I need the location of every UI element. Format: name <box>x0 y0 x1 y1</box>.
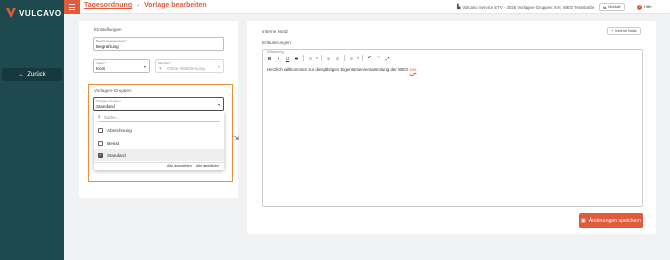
majority-select[interactable]: Mehrheit * Ohne Abstimmung ? <box>155 59 224 73</box>
arrow-left-icon: ← <box>18 71 25 78</box>
text-color-icon[interactable]: A <box>306 54 315 62</box>
chevron-down-icon <box>218 66 220 68</box>
title-field-label: Beschlussgegenstand * <box>96 39 128 43</box>
org-selector[interactable]: ▙ Vulcano Service ETV - 2026 Vorlagen-Gr… <box>457 4 594 10</box>
option-standard[interactable]: ✓ Standard <box>94 149 224 161</box>
sidebar: VULCAVO ← Zurück <box>0 0 64 260</box>
option-label: Standard <box>107 152 126 158</box>
dropdown-search[interactable]: ⌕ Suche... <box>98 113 220 122</box>
fullscreen-icon[interactable]: ⤢ <box>383 54 392 62</box>
cursor-icon: ⇲ <box>234 136 240 142</box>
option-beirat[interactable]: Beirat <box>94 137 224 149</box>
menu-button[interactable] <box>64 0 80 14</box>
modules-button[interactable]: ⇆ Module <box>599 3 625 11</box>
dropdown-footer: Alle auswählen Alle abwählen <box>94 162 224 170</box>
strikethrough-icon[interactable]: S <box>292 54 301 62</box>
groups-dropdown: ⌕ Suche... Abrechnung Beirat ✓ Standard … <box>94 111 224 170</box>
internal-note-label: Interne Notiz <box>262 29 289 34</box>
majority-value: Ohne Abstimmung <box>167 66 205 71</box>
brand-logo: VULCAVO <box>6 8 62 18</box>
numbered-list-icon[interactable]: ≡ <box>333 54 342 62</box>
chevron-down-icon: ▾ <box>357 56 359 60</box>
status-select[interactable]: Status * Kein <box>93 59 150 73</box>
checkbox[interactable] <box>98 140 103 146</box>
status-label: Status * <box>96 61 107 65</box>
deselect-all-button[interactable]: Alle abwählen <box>196 164 219 168</box>
logo-icon <box>6 8 16 18</box>
checkbox-checked[interactable]: ✓ <box>98 152 103 158</box>
explanation-heading: Erläuterungen <box>262 40 291 45</box>
editor-content[interactable]: Herzlich willkommen zur diesjährigen Eig… <box>267 67 418 72</box>
chevron-down-icon <box>218 104 220 106</box>
add-internal-note-label: Interne Notiz <box>615 29 637 33</box>
save-icon: ▣ <box>580 217 586 224</box>
back-label: Zurück <box>27 71 46 78</box>
underline-icon[interactable]: U <box>283 54 292 62</box>
italic-icon[interactable]: I <box>274 54 283 62</box>
org-label: Vulcano Service ETV - 2026 Vorlagen-Grup… <box>462 4 595 10</box>
majority-label: Mehrheit * <box>158 61 172 65</box>
explanation-editor[interactable]: Erläuterung B I U S A ▾ ≡ ≡ ≡ ▾ ↶ ↷ ⤢ He… <box>262 49 643 207</box>
plus-icon: + <box>611 29 614 33</box>
breadcrumb-link[interactable]: Tagesordnung <box>84 2 132 9</box>
settings-heading: Einstellungen <box>94 27 122 32</box>
chevron-down-icon: ▾ <box>316 56 318 60</box>
bullet-list-icon[interactable]: ≡ <box>324 54 333 62</box>
back-button[interactable]: ← Zurück <box>2 68 62 81</box>
redo-icon[interactable]: ↷ <box>374 54 383 62</box>
help-icon: ? <box>637 4 642 10</box>
chevron-right-icon: › <box>137 2 140 9</box>
option-label: Beirat <box>107 140 120 146</box>
editor-text-end: . <box>416 67 418 72</box>
hamburger-icon <box>69 4 75 6</box>
option-abrechnung[interactable]: Abrechnung <box>94 124 224 136</box>
breadcrumb: Tagesordnung › Vorlage bearbeiten <box>84 2 207 9</box>
topbar: Tagesordnung › Vorlage bearbeiten ▙ Vulc… <box>64 0 670 14</box>
save-label: Änderungen speichern <box>588 217 642 224</box>
checkbox[interactable] <box>98 127 103 133</box>
option-label: Abrechnung <box>107 127 132 133</box>
title-field-value: Begrüßung <box>96 44 119 49</box>
brand-name: VULCAVO <box>19 8 62 18</box>
help-button[interactable]: ? Hilfe <box>634 3 655 11</box>
chevron-down-icon <box>144 66 146 68</box>
align-icon[interactable]: ≡ <box>347 54 356 62</box>
editor-text: Herzlich willkommen zur diesjährigen Eig… <box>267 67 410 72</box>
modules-label: Module <box>608 5 621 9</box>
groups-field-label: Vorlagen-Gruppen <box>96 99 121 103</box>
groups-heading: Vorlagen-Gruppen <box>94 88 132 93</box>
add-internal-note-button[interactable]: + Interne Notiz <box>607 27 641 35</box>
editor-toolbar: B I U S A ▾ ≡ ≡ ≡ ▾ ↶ ↷ ⤢ <box>265 54 392 62</box>
help-label: Hilfe <box>644 5 652 9</box>
swap-icon: ⇆ <box>603 5 607 10</box>
search-placeholder: Suche... <box>103 114 120 120</box>
bold-icon[interactable]: B <box>265 54 274 62</box>
title-field[interactable]: Beschlussgegenstand * Begrüßung <box>93 37 224 51</box>
save-button[interactable]: ▣ Änderungen speichern <box>579 213 643 228</box>
building-icon: ▙ <box>457 4 461 9</box>
question-icon: ? <box>159 66 162 71</box>
groups-select[interactable]: Vorlagen-Gruppen Standard <box>93 97 224 111</box>
search-icon: ⌕ <box>98 114 101 120</box>
select-all-button[interactable]: Alle auswählen <box>167 164 192 168</box>
undo-icon[interactable]: ↶ <box>365 54 374 62</box>
page-title: Vorlage bearbeiten <box>144 2 207 9</box>
groups-field-value: Standard <box>96 104 115 109</box>
status-value: Kein <box>96 66 106 71</box>
